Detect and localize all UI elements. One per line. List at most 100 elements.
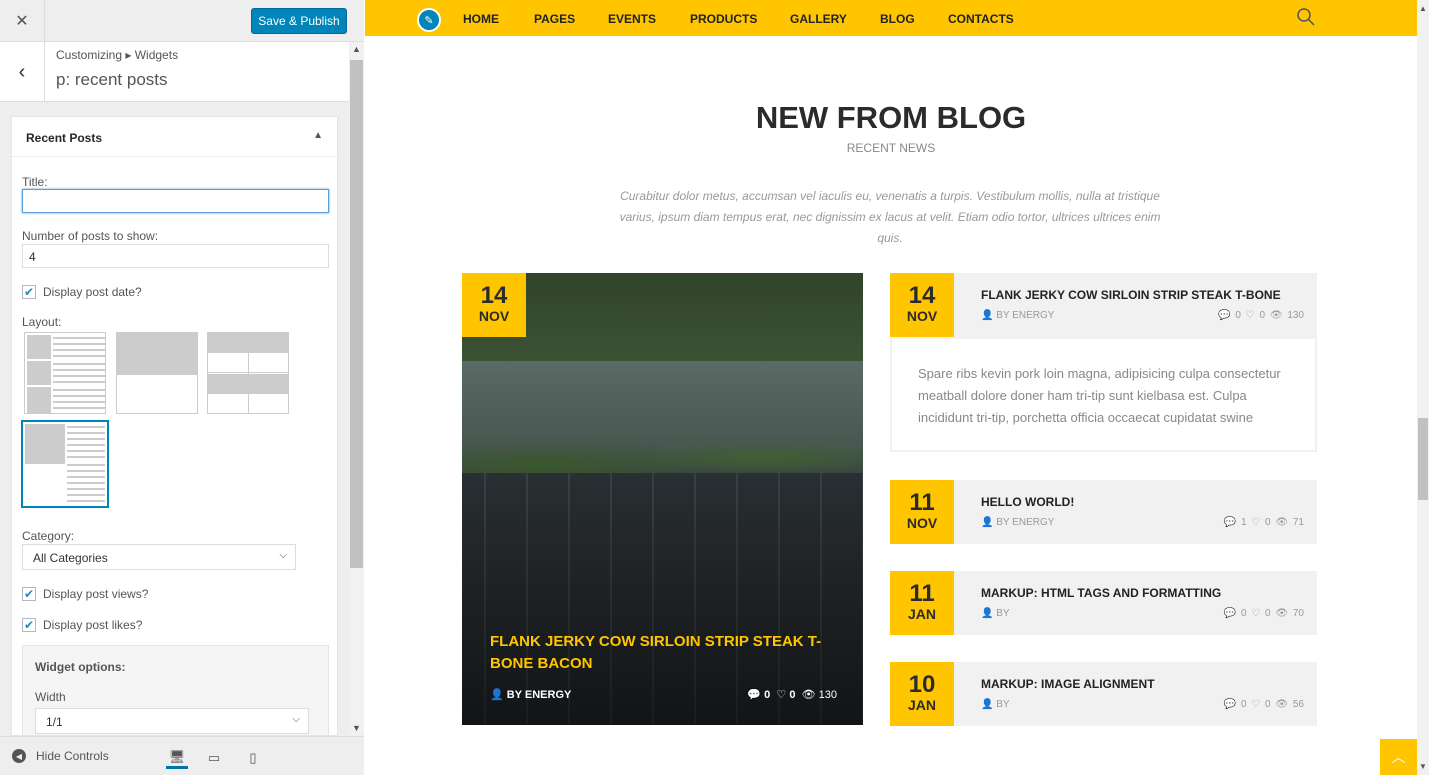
date-month: JAN bbox=[907, 697, 936, 713]
hide-controls-button[interactable]: ◀ Hide Controls bbox=[12, 749, 109, 763]
layout-option-single[interactable] bbox=[116, 332, 198, 414]
comment-count: 0 bbox=[1240, 608, 1247, 619]
post-title[interactable]: MARKUP: IMAGE ALIGNMENT bbox=[981, 677, 1155, 691]
scrollbar-thumb[interactable] bbox=[1418, 418, 1428, 500]
scroll-up-icon[interactable]: ▲ bbox=[1417, 4, 1429, 13]
nav-home[interactable]: HOME bbox=[463, 12, 499, 26]
date-badge: 14 NOV bbox=[890, 273, 954, 337]
save-publish-button[interactable]: Save & Publish bbox=[251, 8, 347, 34]
post-card[interactable]: 11 JAN MARKUP: HTML TAGS AND FORMATTING … bbox=[890, 571, 1317, 635]
customizer-panel: ✕ Save & Publish ‹ Customizing ▸ Widgets… bbox=[0, 0, 364, 775]
user-icon: 👤 bbox=[981, 517, 994, 528]
preview-scrollbar[interactable]: ▲ ▼ bbox=[1417, 0, 1429, 775]
collapse-arrow-icon[interactable]: ▲ bbox=[313, 130, 323, 141]
like-count: 0 bbox=[1259, 310, 1266, 321]
chevron-down-icon: ⌵ bbox=[292, 714, 300, 725]
comment-icon: 💬 bbox=[1218, 310, 1231, 321]
back-to-top-button[interactable]: ︿ bbox=[1380, 739, 1417, 775]
comment-icon: 💬 bbox=[1223, 699, 1237, 710]
like-count: 0 bbox=[789, 689, 796, 701]
desktop-preview-icon[interactable]: 🖥 bbox=[166, 747, 188, 769]
section-name: p: recent posts bbox=[56, 70, 168, 89]
view-count: 130 bbox=[818, 689, 837, 701]
post-title[interactable]: HELLO WORLD! bbox=[981, 495, 1074, 509]
post-card[interactable]: 10 JAN MARKUP: IMAGE ALIGNMENT 👤 BY 💬 0 … bbox=[890, 662, 1317, 726]
close-icon[interactable]: ✕ bbox=[0, 0, 45, 42]
comment-icon: 💬 bbox=[1223, 608, 1237, 619]
post-card[interactable]: 11 NOV HELLO WORLD! 👤 BY ENERGY 💬 1 ♡ 0 … bbox=[890, 480, 1317, 544]
checkmark-icon[interactable]: ✔ bbox=[22, 285, 36, 299]
widget-header[interactable]: Recent Posts ▲ bbox=[12, 117, 337, 157]
nav-events[interactable]: EVENTS bbox=[608, 12, 656, 26]
view-count: 71 bbox=[1292, 517, 1304, 528]
customizer-scrollbar[interactable]: ▲ ▼ bbox=[349, 42, 364, 735]
back-arrow-icon[interactable]: ‹ bbox=[0, 42, 45, 102]
post-stats: 💬 0 ♡ 0 👁 56 bbox=[1224, 699, 1304, 710]
featured-post[interactable]: 14 NOV FLANK JERKY COW SIRLOIN STRIP STE… bbox=[462, 273, 863, 725]
post-count-label: Number of posts to show: bbox=[22, 229, 159, 243]
eye-icon: 👁 bbox=[801, 689, 816, 701]
category-select[interactable]: All Categories ⌵ bbox=[22, 544, 296, 570]
customizer-footer: ◀ Hide Controls 🖥 ▭ ▯ bbox=[0, 736, 364, 775]
scroll-up-icon[interactable]: ▲ bbox=[349, 42, 364, 56]
edit-pencil-icon[interactable]: ✎ bbox=[417, 8, 441, 32]
featured-title[interactable]: FLANK JERKY COW SIRLOIN STRIP STEAK T-BO… bbox=[490, 631, 840, 675]
eye-icon: 👁 bbox=[1269, 310, 1283, 321]
display-views-checkbox[interactable]: ✔ Display post views? bbox=[22, 587, 148, 601]
scrollbar-thumb[interactable] bbox=[350, 60, 363, 568]
layout-option-list[interactable] bbox=[24, 332, 106, 414]
heart-icon[interactable]: ♡ bbox=[1246, 310, 1255, 321]
author-name: BY ENERGY bbox=[996, 310, 1055, 321]
comment-icon: 💬 bbox=[1223, 517, 1237, 528]
widget-title: Recent Posts bbox=[26, 131, 103, 145]
checkmark-icon[interactable]: ✔ bbox=[22, 618, 36, 632]
nav-gallery[interactable]: GALLERY bbox=[790, 12, 847, 26]
featured-author[interactable]: 👤 BY ENERGY bbox=[490, 688, 571, 701]
post-author[interactable]: 👤 BY bbox=[981, 699, 1010, 710]
heart-icon[interactable]: ♡ bbox=[1251, 517, 1260, 528]
like-count: 0 bbox=[1265, 517, 1271, 528]
post-author[interactable]: 👤 BY ENERGY bbox=[981, 517, 1054, 528]
mobile-preview-icon[interactable]: ▯ bbox=[242, 747, 264, 769]
post-count-input[interactable]: 4 bbox=[22, 244, 329, 268]
widget-options-title: Widget options: bbox=[35, 660, 126, 674]
section-title-bar: ‹ Customizing ▸ Widgets p: recent posts bbox=[0, 42, 349, 102]
date-badge: 14 NOV bbox=[462, 273, 526, 337]
post-stats: 💬 0 ♡ 0 👁 130 bbox=[1218, 310, 1304, 321]
heart-icon[interactable]: ♡ bbox=[1251, 608, 1260, 619]
search-icon[interactable] bbox=[1296, 7, 1316, 27]
heart-icon[interactable]: ♡ bbox=[1251, 699, 1260, 710]
layout-option-grid[interactable] bbox=[207, 332, 289, 414]
nav-products[interactable]: PRODUCTS bbox=[690, 12, 757, 26]
checkmark-icon[interactable]: ✔ bbox=[22, 587, 36, 601]
scroll-down-icon[interactable]: ▼ bbox=[349, 721, 364, 735]
heart-icon[interactable]: ♡ bbox=[776, 689, 786, 701]
date-month: JAN bbox=[907, 606, 936, 622]
tablet-preview-icon[interactable]: ▭ bbox=[203, 747, 225, 769]
date-month: NOV bbox=[906, 308, 938, 324]
post-author[interactable]: 👤 BY bbox=[981, 608, 1010, 619]
title-input[interactable] bbox=[22, 189, 329, 213]
display-likes-checkbox[interactable]: ✔ Display post likes? bbox=[22, 618, 142, 632]
display-date-checkbox[interactable]: ✔ Display post date? bbox=[22, 285, 142, 299]
layout-option-featured-list[interactable] bbox=[21, 420, 109, 508]
hide-controls-label: Hide Controls bbox=[36, 749, 109, 763]
post-card[interactable]: 14 NOV FLANK JERKY COW SIRLOIN STRIP STE… bbox=[890, 273, 1317, 337]
view-count: 130 bbox=[1287, 310, 1304, 321]
post-title[interactable]: MARKUP: HTML TAGS AND FORMATTING bbox=[981, 586, 1221, 600]
post-title[interactable]: FLANK JERKY COW SIRLOIN STRIP STEAK T-BO… bbox=[981, 288, 1281, 302]
breadcrumb: Customizing ▸ Widgets bbox=[56, 48, 179, 62]
date-badge: 11 NOV bbox=[890, 480, 954, 544]
nav-blog[interactable]: BLOG bbox=[880, 12, 915, 26]
user-icon: 👤 bbox=[981, 699, 994, 710]
post-author[interactable]: 👤 BY ENERGY bbox=[981, 310, 1054, 321]
nav-contacts[interactable]: CONTACTS bbox=[948, 12, 1014, 26]
chevron-down-icon: ⌵ bbox=[279, 550, 287, 561]
nav-pages[interactable]: PAGES bbox=[534, 12, 575, 26]
scroll-down-icon[interactable]: ▼ bbox=[1417, 762, 1429, 771]
width-value: 1/1 bbox=[46, 715, 63, 729]
view-count: 70 bbox=[1292, 608, 1304, 619]
date-day: 10 bbox=[908, 671, 936, 698]
display-likes-label: Display post likes? bbox=[43, 618, 143, 632]
width-select[interactable]: 1/1 ⌵ bbox=[35, 708, 309, 734]
